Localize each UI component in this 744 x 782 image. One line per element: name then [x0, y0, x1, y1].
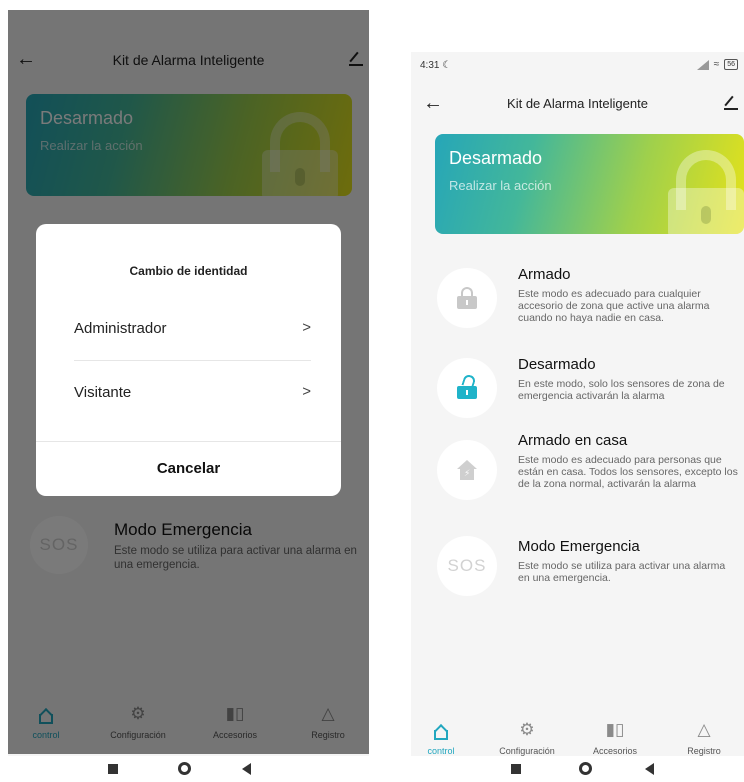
identity-dialog: Cambio de identidad Administrador > Visi… [36, 224, 341, 496]
alarm-action-label: Realizar la acción [449, 178, 552, 193]
clock: 4:31 ☾ [420, 60, 452, 71]
nav-configuracion[interactable]: ⚙ Configuración [487, 716, 567, 756]
back-button-icon[interactable] [242, 763, 251, 775]
cancel-button[interactable]: Cancelar [36, 442, 341, 496]
nav-registro[interactable]: △ Registro [664, 716, 744, 756]
mode-title: Desarmado [518, 356, 596, 373]
mode-description: Este modo es adecuado para cualquier acc… [518, 288, 710, 324]
main-screen: 4:31 ☾ ≈ 56 ← Kit de Alarma Inteligente … [411, 52, 744, 782]
mode-description: En este modo, solo los sensores de zona … [518, 378, 725, 402]
padlock-closed-icon [437, 268, 497, 328]
alarm-state-label: Desarmado [449, 148, 543, 168]
home-arm-icon: ⚡ [437, 440, 497, 500]
system-nav-bar [8, 756, 369, 782]
wifi-icon: ≈ [713, 59, 720, 70]
nav-control[interactable]: control [411, 716, 481, 756]
padlock-open-icon [437, 358, 497, 418]
top-bar: ← Kit de Alarma Inteligente [411, 86, 744, 126]
nav-accesorios[interactable]: ▮▯ Accesorios [575, 716, 655, 756]
screen-with-dialog: ← Kit de Alarma Inteligente Desarmado Re… [8, 10, 369, 782]
chevron-right-icon: > [302, 383, 311, 400]
warning-icon: △ [697, 720, 711, 739]
home-button-icon[interactable] [178, 762, 191, 775]
home-button-icon[interactable] [579, 762, 592, 775]
status-bar: 4:31 ☾ ≈ 56 [411, 52, 744, 80]
padlock-open-icon [668, 150, 744, 234]
sos-icon: SOS [437, 536, 497, 596]
gear-icon: ⚙ [519, 720, 535, 739]
signal-icon [696, 59, 709, 70]
back-button-icon[interactable] [645, 763, 654, 775]
battery-icon: 56 [724, 59, 738, 70]
edit-pencil-icon[interactable] [724, 94, 738, 110]
home-icon [411, 716, 481, 740]
chevron-right-icon: > [302, 319, 311, 336]
mode-title: Armado [518, 266, 571, 283]
recent-apps-icon[interactable] [511, 764, 521, 774]
page-title: Kit de Alarma Inteligente [507, 96, 648, 111]
option-administrador[interactable]: Administrador > [74, 310, 311, 350]
mode-title: Modo Emergencia [518, 538, 640, 555]
dialog-title: Cambio de identidad [129, 264, 248, 278]
system-nav-bar [411, 756, 744, 782]
divider [74, 360, 311, 361]
sensor-icon: ▮▯ [605, 720, 625, 739]
alarm-status-card[interactable]: Desarmado Realizar la acción [435, 134, 744, 234]
recent-apps-icon[interactable] [108, 764, 118, 774]
mode-description: Este modo se utiliza para activar una al… [518, 560, 726, 584]
mode-title: Armado en casa [518, 432, 628, 449]
mode-description: Este modo es adecuado para personas que … [518, 454, 738, 490]
option-visitante[interactable]: Visitante > [74, 374, 311, 414]
